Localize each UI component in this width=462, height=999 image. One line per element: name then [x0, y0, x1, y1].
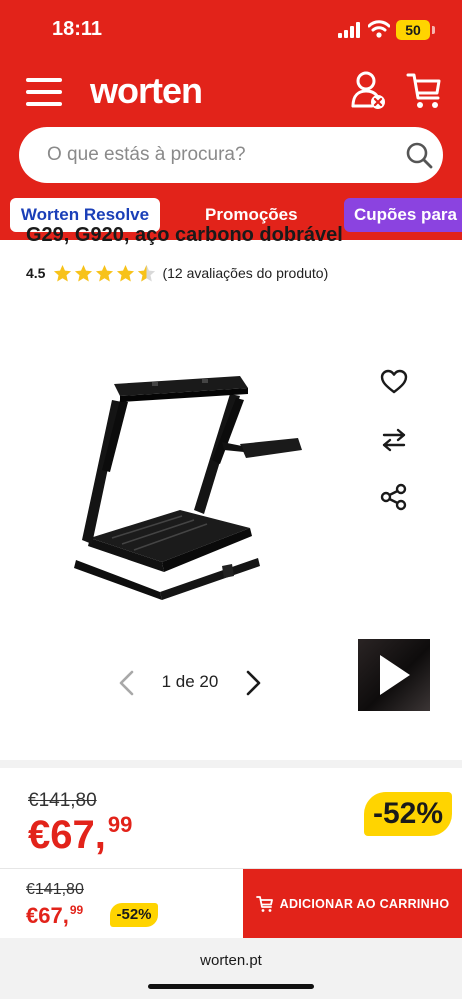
- product-image[interactable]: [62, 360, 312, 610]
- star-icon: [54, 264, 72, 281]
- status-time: 18:11: [52, 18, 103, 40]
- cart-icon[interactable]: [406, 72, 442, 110]
- sticky-buy-bar: €141,80 €67,99 -52% ADICIONAR AO CARRINH…: [0, 868, 462, 939]
- add-to-cart-label: ADICIONAR AO CARRINHO: [279, 897, 450, 911]
- wishlist-heart-icon[interactable]: [380, 368, 408, 396]
- battery-tip: [432, 26, 435, 34]
- star-icon: [96, 264, 114, 281]
- play-icon: [380, 655, 410, 695]
- cellular-signal-icon: [338, 22, 362, 38]
- sticky-price-main: €67,: [26, 903, 69, 928]
- chevron-left-icon[interactable]: [116, 670, 138, 696]
- current-price-main: €67,: [28, 813, 106, 857]
- top-bar: worten: [0, 62, 462, 122]
- add-to-cart-icon: [255, 896, 273, 912]
- sticky-old-price: €141,80: [26, 881, 84, 898]
- search-input[interactable]: [47, 127, 387, 183]
- review-count-link[interactable]: (12 avaliações do produto): [162, 265, 328, 281]
- search-icon[interactable]: [405, 141, 433, 169]
- gallery-pager: 1 de 20: [116, 668, 266, 698]
- worten-logo[interactable]: worten: [90, 70, 203, 112]
- site-header: 18:11 50 worten O que estás à procura? W…: [0, 0, 462, 240]
- wifi-icon: [368, 20, 390, 38]
- battery-indicator: 50: [396, 20, 430, 40]
- user-icon[interactable]: [350, 70, 386, 110]
- home-indicator: [148, 984, 314, 989]
- star-icon: [75, 264, 93, 281]
- discount-badge: -52%: [364, 792, 452, 836]
- current-price-cents: 99: [107, 812, 133, 837]
- add-to-cart-button[interactable]: ADICIONAR AO CARRINHO: [243, 869, 462, 939]
- sticky-price-cents: 99: [69, 903, 84, 917]
- rating-stars: [53, 264, 156, 283]
- rating-value: 4.5: [26, 265, 46, 281]
- share-icon[interactable]: [380, 483, 408, 511]
- product-title: G29, G920, aço carbono dobrável: [26, 224, 343, 246]
- nav-cupoes[interactable]: Cupões para: [344, 198, 462, 232]
- star-icon: [117, 264, 135, 281]
- video-thumbnail[interactable]: [358, 639, 430, 711]
- menu-icon[interactable]: [26, 78, 62, 106]
- browser-url-bar: worten.pt: [0, 938, 462, 999]
- old-price: €141,80: [28, 790, 97, 811]
- url-text[interactable]: worten.pt: [0, 952, 462, 969]
- price-block: €141,80 €67,99 -52%: [0, 768, 462, 868]
- compare-arrows-icon[interactable]: [380, 426, 408, 454]
- current-price: €67,99: [28, 812, 132, 858]
- sticky-discount-badge: -52%: [110, 903, 158, 927]
- status-bar: 18:11 50: [0, 0, 462, 60]
- chevron-right-icon[interactable]: [242, 670, 264, 696]
- product-rating: 4.5 (12 avaliações do produto): [26, 262, 328, 284]
- star-half-icon: [138, 264, 156, 281]
- gallery-counter: 1 de 20: [161, 672, 219, 691]
- section-divider: [0, 760, 462, 768]
- search-bar: [19, 127, 443, 183]
- sticky-current-price: €67,99: [26, 903, 83, 929]
